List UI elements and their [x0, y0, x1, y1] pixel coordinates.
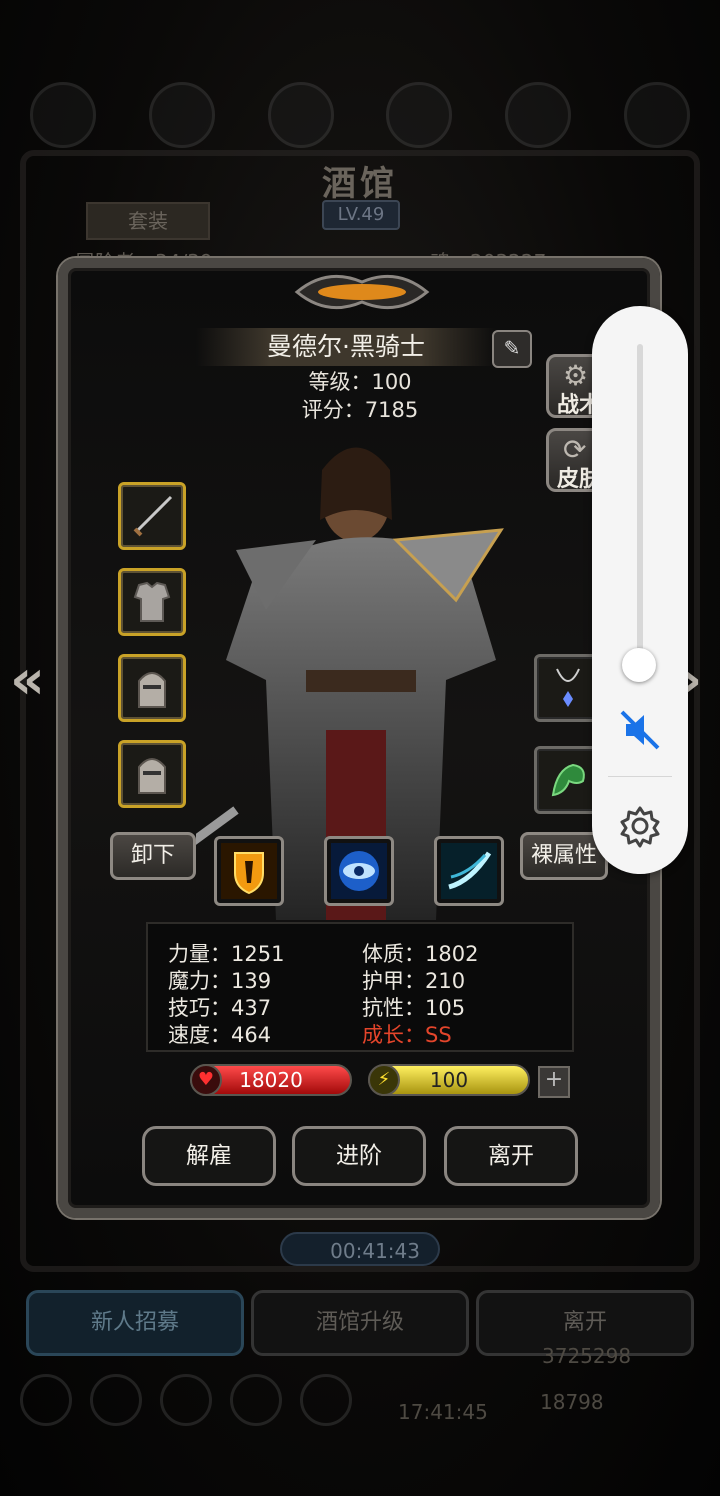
hp-value: 18020 [239, 1068, 303, 1092]
background-gold-amount: 3725298 [542, 1344, 632, 1368]
attr-resistance: 抗性：105 [362, 996, 466, 1020]
helmet-icon [138, 672, 166, 708]
attr-armor: 护甲：210 [362, 969, 466, 993]
background-recruit-button: 新人招募 [26, 1290, 244, 1356]
eye-icon [331, 843, 387, 899]
background-top-icons [30, 82, 690, 152]
add-energy-button[interactable]: + [538, 1066, 570, 1098]
crescent-crest-icon [294, 274, 430, 310]
necklace-icon [556, 668, 580, 707]
chest-armor-icon [133, 581, 171, 622]
attr-growth: 成长：SS [362, 1023, 452, 1047]
volume-slider-track[interactable] [637, 344, 643, 664]
dragon-pet-icon [551, 763, 585, 797]
helmet-icon [138, 758, 166, 794]
hero-name: 曼德尔·黑骑士 [196, 328, 496, 366]
equip-slot-armor[interactable] [118, 568, 186, 636]
background-refresh-timer: 00:41:43 [280, 1232, 440, 1266]
background-gem-amount: 18798 [540, 1390, 604, 1414]
skill-slot-1[interactable] [214, 836, 284, 906]
attr-magic: 魔力：139 [168, 969, 272, 993]
attr-constitution: 体质：1802 [362, 942, 479, 966]
leave-button[interactable]: 离开 [444, 1126, 578, 1186]
wind-slash-icon [441, 843, 497, 899]
previous-hero-arrow[interactable]: « [10, 648, 45, 711]
volume-slider-handle[interactable] [622, 648, 656, 682]
energy-bar: ⚡ 100 [368, 1064, 530, 1096]
settings-gear-icon[interactable] [616, 802, 664, 850]
volume-panel [592, 306, 688, 874]
equip-slot-helmet-2[interactable] [118, 740, 186, 808]
hp-bar: ♥ 18020 [190, 1064, 352, 1096]
unequip-button[interactable]: 卸下 [110, 832, 196, 880]
dismiss-button[interactable]: 解雇 [142, 1126, 276, 1186]
skill-slot-2[interactable] [324, 836, 394, 906]
energy-value: 100 [429, 1068, 469, 1092]
attr-speed: 速度：464 [168, 1023, 272, 1047]
background-upgrade-button: 酒馆升级 [251, 1290, 469, 1356]
attr-skill: 技巧：437 [168, 996, 272, 1020]
speaker-muted-icon[interactable] [616, 706, 664, 754]
skill-slot-3[interactable] [434, 836, 504, 906]
background-title: 酒馆 [322, 164, 398, 204]
pencil-icon: ✎ [503, 336, 521, 360]
attr-strength: 力量：1251 [168, 942, 285, 966]
equip-slot-weapon[interactable] [118, 482, 186, 550]
background-suit-tab: 套装 [86, 202, 210, 240]
heart-icon: ♥ [190, 1064, 222, 1096]
background-clock: 17:41:45 [398, 1400, 488, 1424]
advance-button[interactable]: 进阶 [292, 1126, 426, 1186]
sword-icon [133, 495, 173, 537]
lightning-icon: ⚡ [368, 1064, 400, 1096]
flame-shield-icon [221, 843, 277, 899]
edit-name-button[interactable]: ✎ [492, 330, 532, 368]
volume-divider [608, 776, 672, 777]
equip-slot-helmet[interactable] [118, 654, 186, 722]
background-level-badge: LV.49 [322, 200, 400, 230]
